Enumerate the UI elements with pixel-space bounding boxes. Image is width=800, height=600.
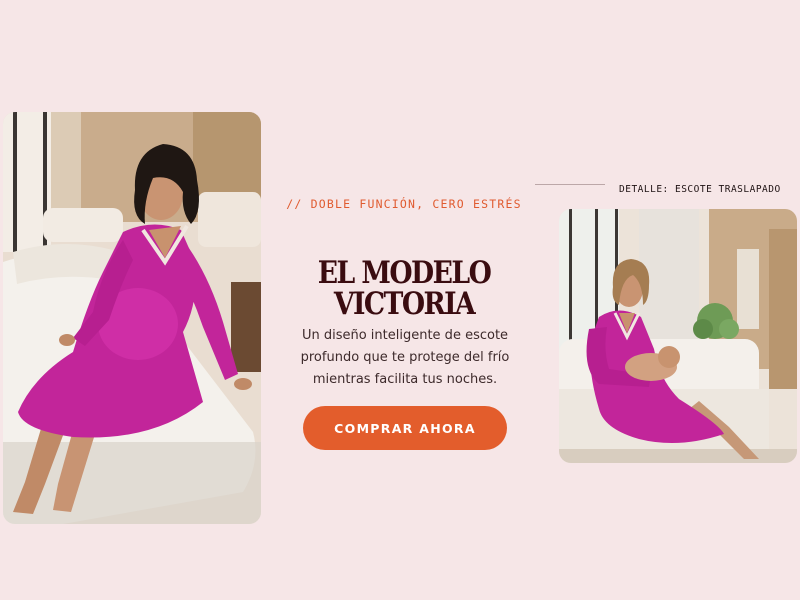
buy-now-button[interactable]: COMPRAR AHORA	[303, 406, 507, 450]
detail-photo-nursing-model	[559, 209, 797, 463]
page-title: EL MODELO VICTORIA	[300, 258, 508, 320]
detail-divider	[535, 184, 605, 185]
eyebrow-tagline: // DOBLE FUNCIÓN, CERO ESTRÉS	[286, 197, 522, 211]
detail-label: DETALLE: ESCOTE TRASLAPADO	[619, 184, 781, 195]
product-description: Un diseño inteligente de escote profundo…	[300, 328, 510, 387]
hero-photo-pregnant-model	[3, 112, 261, 524]
title-line-2: VICTORIA	[333, 286, 476, 322]
